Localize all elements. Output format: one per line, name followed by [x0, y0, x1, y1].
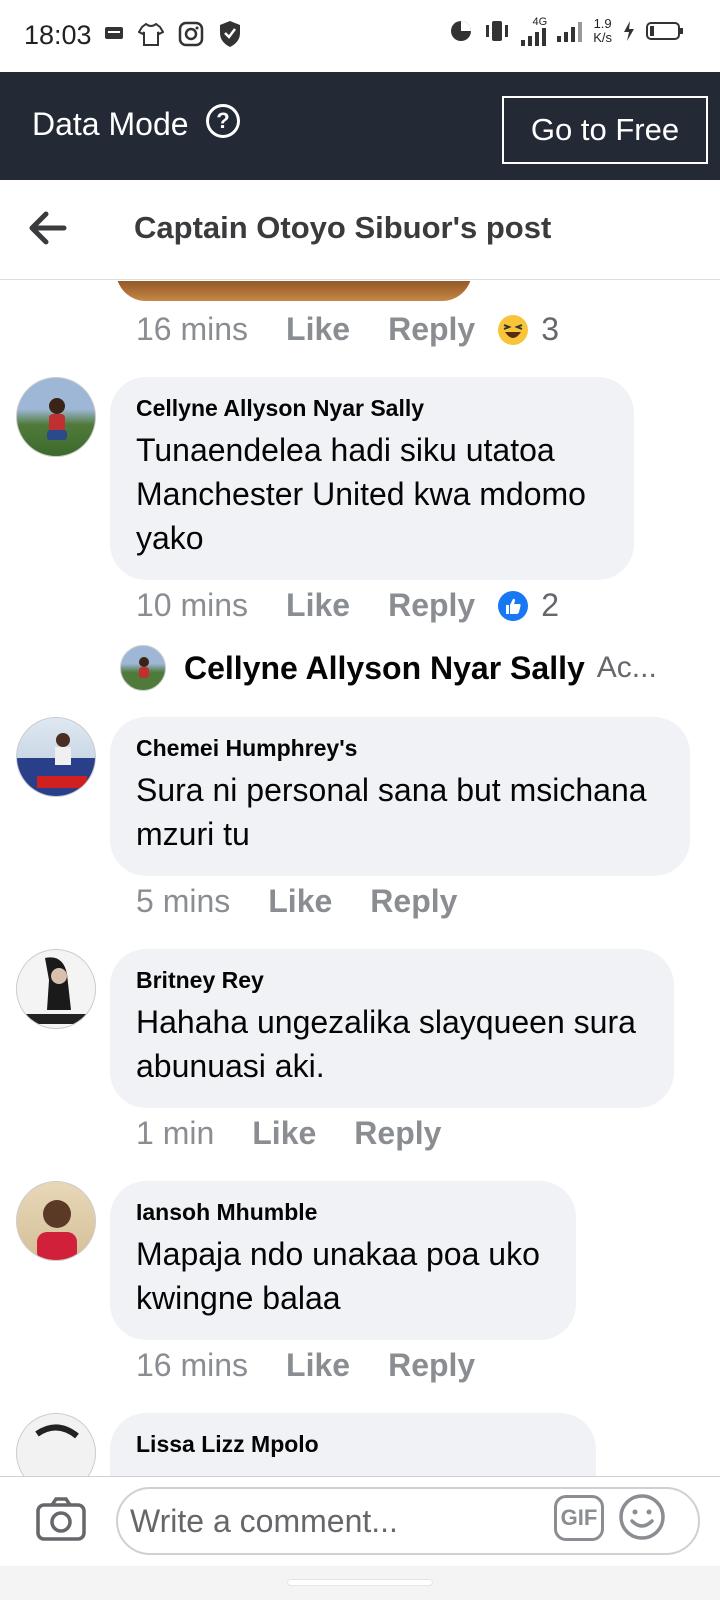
reaction-count: 2	[541, 587, 560, 623]
avatar[interactable]	[16, 717, 96, 797]
comment-time: 16 mins	[136, 311, 249, 347]
home-gesture-bar[interactable]	[288, 1580, 432, 1585]
like-button[interactable]: Like	[252, 1115, 316, 1152]
message-icon	[105, 27, 123, 39]
reaction-count: 3	[541, 311, 560, 347]
data-mode-bar: Data Mode ? Go to Free	[0, 72, 720, 180]
status-bar: 18:03 4G 1.9 K/s	[0, 0, 720, 72]
comment-bubble[interactable]: Cellyne Allyson Nyar Sally Tunaendelea h…	[110, 377, 634, 580]
comment-meta: 16 mins Like Reply 3	[136, 311, 559, 348]
comment-text: Tunaendelea hadi siku utatoa Manchester …	[136, 432, 586, 556]
camera-icon[interactable]	[36, 1497, 86, 1541]
battery-icon	[646, 22, 683, 40]
reply-button[interactable]: Reply	[354, 1115, 441, 1152]
shirt-icon	[138, 22, 164, 46]
avatar-image	[37, 1200, 77, 1260]
like-reaction-icon[interactable]	[497, 590, 529, 622]
comment-bubble[interactable]: Lissa Lizz Mpolo	[110, 1413, 596, 1476]
comment-time: 5 mins	[136, 883, 231, 919]
comment-time: 1 min	[136, 1115, 215, 1151]
comments-feed[interactable]: 16 mins Like Reply 3 Cellyne Allyson Nya…	[0, 281, 720, 1476]
reply-preview[interactable]: Cellyne Allyson Nyar Sally Ac...	[120, 643, 657, 693]
reply-text: Ac...	[596, 651, 657, 684]
system-nav-bar	[0, 1566, 720, 1600]
avatar[interactable]	[16, 1413, 96, 1476]
comment-time: 16 mins	[136, 1347, 249, 1383]
comment-bubble[interactable]: Britney Rey Hahaha ungezalika slayqueen …	[110, 949, 674, 1108]
comment-author[interactable]: Iansoh Mhumble	[136, 1199, 550, 1226]
reply-author[interactable]: Cellyne Allyson Nyar Sally	[184, 650, 585, 687]
comment-author[interactable]: Britney Rey	[136, 967, 648, 994]
data-saver-icon	[451, 21, 472, 41]
instagram-icon	[178, 21, 204, 47]
back-arrow-icon[interactable]	[26, 208, 70, 248]
post-header: Captain Otoyo Sibuor's post	[0, 180, 720, 280]
comment-text: Hahaha ungezalika slayqueen sura abunuas…	[136, 1004, 636, 1084]
shield-icon	[220, 21, 240, 47]
comment-bubble[interactable]: Iansoh Mhumble Mapaja ndo unakaa poa uko…	[110, 1181, 576, 1340]
comment-author[interactable]: Chemei Humphrey's	[136, 735, 664, 762]
haha-emoji-icon[interactable]	[497, 314, 529, 346]
comment-text: Mapaja ndo unakaa poa uko kwingne balaa	[136, 1236, 540, 1316]
reply-button[interactable]: Reply	[388, 587, 475, 624]
data-mode-label: Data Mode	[32, 106, 189, 142]
status-time: 18:03	[24, 20, 92, 50]
comment-time: 10 mins	[136, 587, 249, 623]
comment-photo[interactable]	[116, 281, 472, 301]
like-button[interactable]: Like	[286, 587, 350, 624]
avatar-image	[25, 957, 89, 1024]
avatar-image	[35, 1424, 79, 1439]
comment-text: Sura ni personal sana but msichana mzuri…	[136, 772, 647, 852]
avatar[interactable]	[16, 949, 96, 1029]
comment-author[interactable]: Lissa Lizz Mpolo	[136, 1431, 570, 1458]
help-icon[interactable]: ?	[206, 104, 240, 138]
reply-button[interactable]: Reply	[388, 311, 475, 348]
gif-button[interactable]: GIF	[554, 1495, 604, 1541]
comment-composer: Write a comment... GIF	[0, 1476, 720, 1566]
charging-icon	[624, 21, 634, 41]
speed-unit: K/s	[593, 30, 612, 45]
vibrate-icon	[486, 21, 509, 41]
reply-button[interactable]: Reply	[388, 1347, 475, 1384]
comment-meta: 10 mins Like Reply 2	[136, 587, 559, 624]
comment-author[interactable]: Cellyne Allyson Nyar Sally	[136, 395, 608, 422]
network-type: 4G	[532, 16, 548, 28]
avatar-image	[17, 733, 95, 796]
avatar[interactable]	[16, 1181, 96, 1261]
like-button[interactable]: Like	[268, 883, 332, 920]
comment-bubble[interactable]: Chemei Humphrey's Sura ni personal sana …	[110, 717, 690, 876]
like-button[interactable]: Like	[286, 1347, 350, 1384]
reply-button[interactable]: Reply	[370, 883, 457, 920]
avatar-image	[47, 398, 67, 440]
like-button[interactable]: Like	[286, 311, 350, 348]
comment-meta: 16 mins Like Reply	[136, 1347, 513, 1384]
page-title: Captain Otoyo Sibuor's post	[134, 210, 552, 245]
signal-icon	[521, 28, 547, 46]
signal-icon	[557, 22, 583, 42]
go-to-free-button[interactable]: Go to Free	[502, 96, 708, 164]
speed-value: 1.9	[593, 16, 612, 31]
avatar[interactable]	[16, 377, 96, 457]
avatar	[120, 645, 166, 691]
emoji-icon[interactable]	[618, 1493, 666, 1541]
comment-meta: 1 min Like Reply	[136, 1115, 479, 1152]
comment-meta: 5 mins Like Reply	[136, 883, 495, 920]
